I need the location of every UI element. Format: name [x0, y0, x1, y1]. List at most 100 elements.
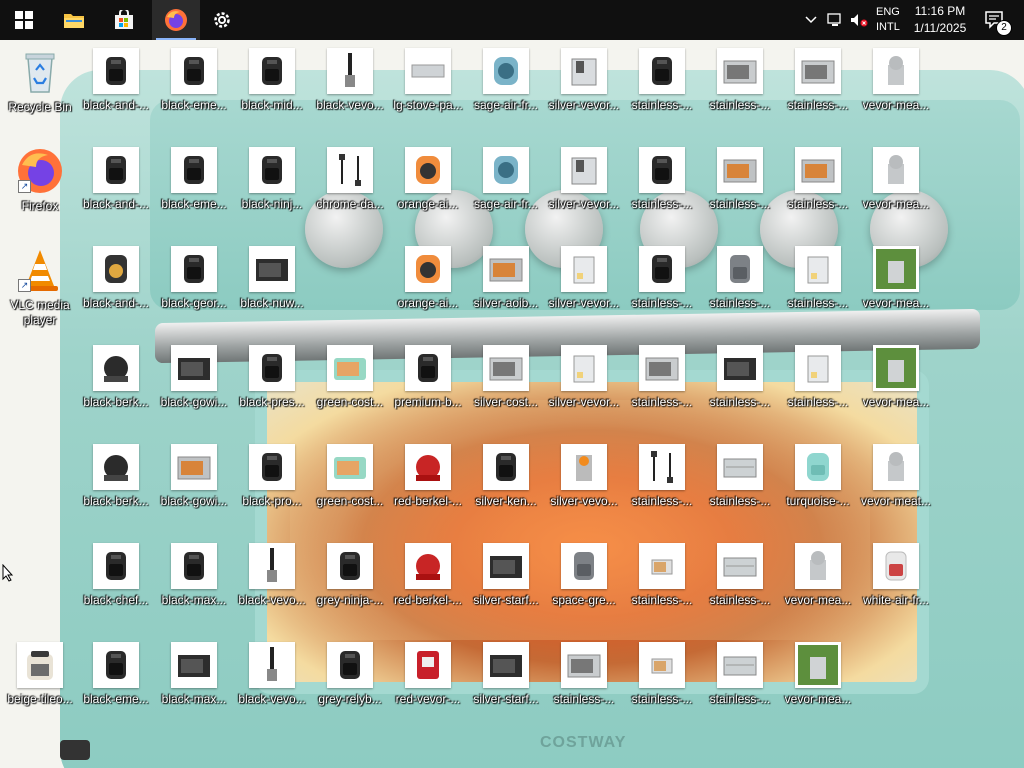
desktop-icon-file[interactable]: vevor-mea... — [779, 638, 857, 728]
desktop-icon-file[interactable]: stainless-... — [701, 143, 779, 233]
desktop-icon-file[interactable]: sage-air-fr... — [467, 143, 545, 233]
desktop-icon-file[interactable]: black-pro... — [233, 440, 311, 530]
desktop-icon-file[interactable]: black-and-... — [77, 44, 155, 134]
wallpaper-oven-foot — [60, 740, 90, 760]
microsoft-store-button[interactable] — [100, 0, 148, 40]
desktop-icon-file[interactable]: stainless-... — [701, 341, 779, 431]
desktop-icon-file[interactable]: stainless-... — [701, 44, 779, 134]
desktop-icon-file[interactable]: stainless-... — [701, 638, 779, 728]
desktop-icon-file[interactable]: turquoise-... — [779, 440, 857, 530]
input-language-indicator[interactable]: ENG INTL — [876, 0, 906, 40]
desktop-icon-firefox[interactable]: ↗ Firefox — [1, 143, 79, 233]
desktop-icon-file[interactable]: black-berk... — [77, 440, 155, 530]
desktop-icon-file[interactable]: black-vevo... — [233, 539, 311, 629]
desktop-icon-file[interactable]: silver-vevo... — [545, 440, 623, 530]
desktop-icon-file[interactable]: silver-aoib... — [467, 242, 545, 332]
desktop-icon-file[interactable]: stainless-... — [623, 143, 701, 233]
desktop-icon-recycle-bin[interactable]: Recycle Bin — [1, 44, 79, 134]
desktop-icon-file[interactable]: sage-air-fr... — [467, 44, 545, 134]
desktop-icon-vlc[interactable]: ↗ VLC media player — [1, 242, 79, 332]
desktop-icon-file[interactable]: silver-cost... — [467, 341, 545, 431]
desktop-icon-file[interactable]: red-vevor-... — [389, 638, 467, 728]
desktop-icon-file[interactable]: stainless-... — [623, 341, 701, 431]
desktop-icon-file[interactable]: silver-vevor... — [545, 44, 623, 134]
desktop-icon-file[interactable]: stainless-... — [701, 242, 779, 332]
desktop-icon-file[interactable]: stainless-... — [701, 440, 779, 530]
desktop-icon-file[interactable]: silver-starf... — [467, 638, 545, 728]
desktop-icon-file[interactable]: green-cost... — [311, 341, 389, 431]
desktop-icon-file[interactable]: stainless-... — [623, 440, 701, 530]
desktop-icon-file[interactable]: black-eme... — [155, 44, 233, 134]
desktop-icon-file[interactable]: black-mid... — [233, 44, 311, 134]
image-thumbnail — [561, 543, 607, 589]
image-thumbnail — [873, 246, 919, 292]
desktop-icon-file[interactable]: silver-vevor... — [545, 143, 623, 233]
desktop-icon-file[interactable]: black-ninj... — [233, 143, 311, 233]
desktop-icon-file[interactable]: stainless-... — [623, 242, 701, 332]
desktop-icon-label: vevor-meat... — [860, 494, 932, 508]
desktop-icon-file[interactable]: orange-ai... — [389, 242, 467, 332]
desktop-icon-file[interactable]: black-vevo... — [233, 638, 311, 728]
desktop-icon-file[interactable]: stainless-... — [701, 539, 779, 629]
desktop-icon-file[interactable]: black-berk... — [77, 341, 155, 431]
desktop-icon-file[interactable]: stainless-... — [779, 242, 857, 332]
desktop-icon-file[interactable]: black-max... — [155, 539, 233, 629]
desktop-icon-file[interactable]: silver-vevor... — [545, 242, 623, 332]
desktop-icon-file[interactable]: stainless-... — [623, 44, 701, 134]
desktop-icon-file[interactable]: black-gowi... — [155, 341, 233, 431]
action-center-button[interactable]: 2 — [978, 0, 1012, 40]
show-hidden-icons-button[interactable] — [800, 0, 822, 40]
desktop-icon-file[interactable]: red-berkel-... — [389, 440, 467, 530]
desktop-icon-file[interactable]: vevor-mea... — [857, 341, 935, 431]
start-button[interactable] — [0, 0, 48, 40]
desktop-icon-file[interactable]: silver-vevor... — [545, 341, 623, 431]
desktop-icon-file[interactable]: stainless-... — [779, 143, 857, 233]
desktop-icon-file[interactable]: vevor-mea... — [857, 143, 935, 233]
desktop-icon-file[interactable]: silver-starf... — [467, 539, 545, 629]
desktop-icon-file[interactable]: stainless-... — [545, 638, 623, 728]
desktop-icon-file[interactable]: vevor-mea... — [857, 242, 935, 332]
desktop-icon-file[interactable]: black-eme... — [155, 143, 233, 233]
desktop-icon-file[interactable]: stainless-... — [623, 638, 701, 728]
desktop-icon-label: black-eme... — [161, 98, 227, 112]
desktop-icon-file[interactable]: black-gowi... — [155, 440, 233, 530]
wallpaper-brand-logo: COSTWAY — [540, 734, 627, 751]
desktop-icon-file[interactable]: vevor-mea... — [857, 44, 935, 134]
volume-button[interactable] — [848, 0, 870, 40]
clock[interactable]: 11:16 PM 1/11/2025 — [910, 0, 970, 40]
desktop-icon-file[interactable]: black-pres... — [233, 341, 311, 431]
desktop-icon-file[interactable]: vevor-meat... — [857, 440, 935, 530]
desktop-icon-file[interactable]: space-gre... — [545, 539, 623, 629]
desktop-icon-file[interactable]: chrome-da... — [311, 143, 389, 233]
desktop-icon-file[interactable]: black-nuw... — [233, 242, 311, 332]
desktop-icon-file[interactable]: black-vevo... — [311, 44, 389, 134]
image-thumbnail — [795, 444, 841, 490]
desktop-icon-file[interactable]: black-geor... — [155, 242, 233, 332]
desktop-icon-file[interactable]: black-and-... — [77, 143, 155, 233]
desktop-icon-file[interactable]: silver-ken... — [467, 440, 545, 530]
desktop-icon-file[interactable]: vevor-mea... — [779, 539, 857, 629]
settings-button[interactable] — [198, 0, 246, 40]
desktop-icon-file[interactable]: lg-stove-pa... — [389, 44, 467, 134]
image-thumbnail — [639, 444, 685, 490]
desktop-icon-file[interactable]: black-eme... — [77, 638, 155, 728]
desktop-icon-label: stainless-... — [787, 197, 849, 211]
desktop-icon-file[interactable]: stainless-... — [779, 44, 857, 134]
desktop-icon-file[interactable]: premium-b... — [389, 341, 467, 431]
image-thumbnail — [561, 444, 607, 490]
file-explorer-button[interactable] — [50, 0, 98, 40]
desktop-icon-file[interactable]: black-and-... — [77, 242, 155, 332]
desktop-icon-file[interactable]: stainless-... — [779, 341, 857, 431]
desktop-icon-file[interactable]: beige-tileo... — [1, 638, 79, 728]
firefox-taskbar-button[interactable] — [152, 0, 200, 40]
desktop-icon-file[interactable]: black-max... — [155, 638, 233, 728]
desktop-icon-file[interactable]: orange-ai... — [389, 143, 467, 233]
desktop-icon-file[interactable]: white-air-fr... — [857, 539, 935, 629]
desktop-icon-file[interactable]: green-cost... — [311, 440, 389, 530]
desktop-icon-file[interactable]: grey-ninja-... — [311, 539, 389, 629]
desktop-icon-file[interactable]: stainless-... — [623, 539, 701, 629]
network-button[interactable] — [824, 0, 846, 40]
desktop-icon-file[interactable]: grey-relyb... — [311, 638, 389, 728]
desktop-icon-file[interactable]: black-chef... — [77, 539, 155, 629]
desktop-icon-file[interactable]: red-berkel-... — [389, 539, 467, 629]
